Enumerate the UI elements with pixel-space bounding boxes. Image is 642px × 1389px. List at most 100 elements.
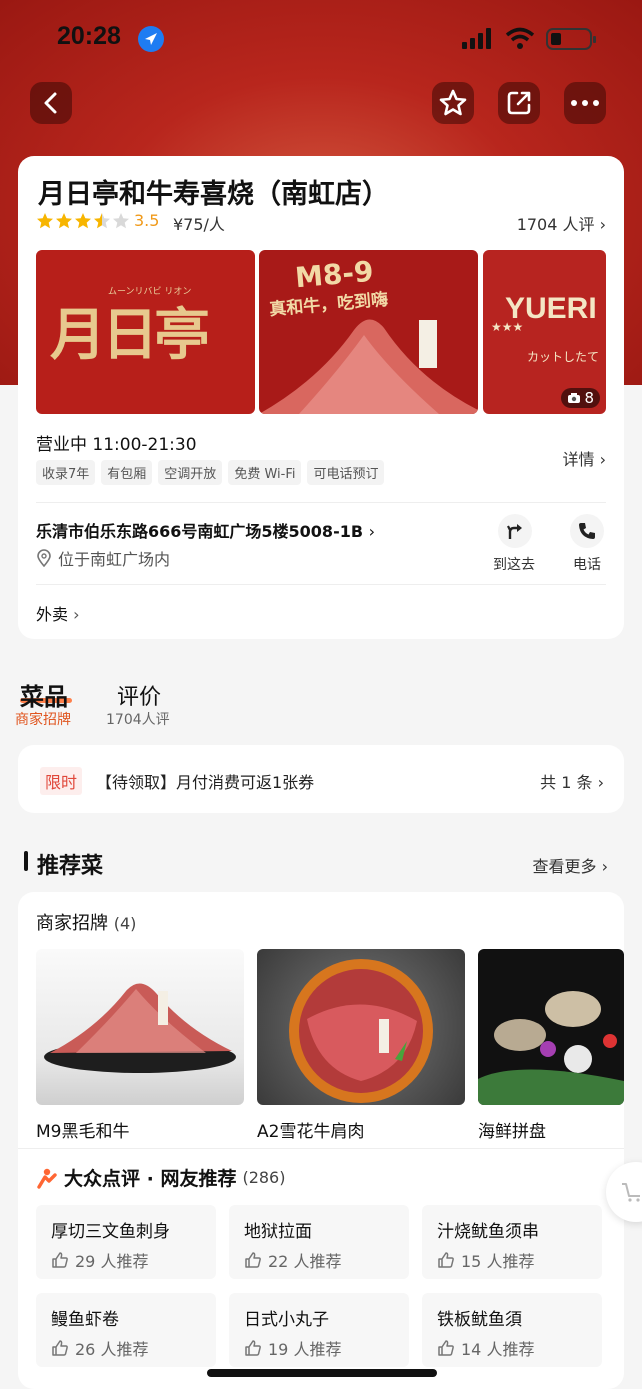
recommend-title: 推荐菜 [37, 854, 104, 879]
photo-logo-text: 月日亭 [50, 302, 210, 368]
directions-label[interactable]: 到这去 [493, 554, 535, 574]
tag: 有包厢 [101, 460, 153, 485]
recommend-count-text: 26 人推荐 [75, 1340, 149, 1359]
tag: 免费 Wi-Fi [228, 460, 302, 485]
favorite-button[interactable] [432, 82, 474, 124]
dish-image [478, 991, 624, 1105]
recommend-item-name: 日式小丸子 [244, 1310, 329, 1330]
dish-card[interactable] [36, 949, 244, 1105]
promo-text: 【待领取】月付消费可返1张券 [96, 773, 315, 792]
dish-card[interactable] [478, 949, 624, 1105]
avg-price: ¥75/人 [173, 215, 225, 234]
details-link[interactable]: 详情 › [562, 446, 606, 470]
dish-card[interactable] [257, 949, 465, 1105]
dianping-count: (286) [242, 1168, 286, 1187]
recommend-item-name: 铁板鱿鱼須 [437, 1310, 522, 1330]
dish-image [44, 983, 236, 1073]
chevron-left-icon [44, 92, 57, 114]
recommend-item-count: 26 人推荐 [51, 1336, 148, 1360]
signature-title: 商家招牌 (4) [36, 909, 136, 935]
address: 乐清市伯乐东路666号南虹广场5楼5008-1B [36, 522, 364, 541]
thumb-up-icon [245, 1340, 261, 1356]
address-sub: 位于南虹广场内 [36, 546, 170, 570]
recommend-item-count: 14 人推荐 [437, 1336, 534, 1360]
recommend-item-name: 地狱拉面 [244, 1222, 312, 1242]
recommend-item-name: 汁烧鱿鱼须串 [437, 1222, 539, 1242]
wifi-icon [505, 27, 535, 49]
tab-reviews-sub[interactable]: 1704人评 [106, 709, 170, 729]
star-rating [36, 212, 132, 230]
dish-name[interactable]: M9黑毛和牛 [36, 1117, 129, 1142]
camera-icon [568, 393, 581, 403]
directions-button[interactable] [498, 514, 532, 548]
section-marker [24, 851, 28, 871]
signal-icon [462, 28, 491, 49]
back-button[interactable] [30, 82, 72, 124]
tag: 可电话预订 [307, 460, 385, 485]
shop-photo-1[interactable]: ムーンリバビ リオン 月日亭 [36, 250, 255, 414]
recommend-item[interactable]: 汁烧鱿鱼须串 15 人推荐 [422, 1205, 602, 1279]
dianping-title: 大众点评 · 网友推荐 (286) [36, 1164, 285, 1191]
view-more-link[interactable]: 查看更多 › [532, 853, 608, 877]
recommend-item[interactable]: 厚切三文鱼刺身 29 人推荐 [36, 1205, 216, 1279]
tab-dishes-sub[interactable]: 商家招牌 [15, 709, 71, 729]
thumb-up-icon [52, 1340, 68, 1356]
battery-icon [546, 28, 596, 50]
recommend-item[interactable]: 日式小丸子 19 人推荐 [229, 1293, 409, 1367]
takeout-link[interactable]: 外卖 › [36, 601, 80, 625]
recommend-item[interactable]: 铁板鱿鱼須 14 人推荐 [422, 1293, 602, 1367]
more-dots-icon [571, 100, 599, 106]
more-button[interactable] [564, 82, 606, 124]
dianping-title-text: 大众点评 · 网友推荐 [64, 1168, 237, 1190]
thumb-up-icon [438, 1252, 454, 1268]
chevron-right-icon: › [599, 215, 606, 234]
photo-sub-text: カットしたて [527, 350, 600, 364]
signature-count: (4) [113, 914, 137, 933]
review-count: 1704 人评 [516, 215, 595, 234]
photo-stars: ★★★ [491, 320, 524, 334]
promo-tag: 限时 [40, 767, 83, 795]
photo-count-badge[interactable]: 8 [561, 388, 600, 408]
phone-icon [579, 523, 595, 539]
address-link[interactable]: 乐清市伯乐东路666号南虹广场5楼5008-1B › [36, 518, 375, 542]
chevron-right-icon: › [73, 605, 80, 624]
recommend-count-text: 14 人推荐 [461, 1340, 535, 1359]
recommend-item[interactable]: 地狱拉面 22 人推荐 [229, 1205, 409, 1279]
chevron-right-icon: › [368, 522, 376, 541]
recommend-item[interactable]: 鳗鱼虾卷 26 人推荐 [36, 1293, 216, 1367]
chevron-right-icon: › [601, 857, 608, 876]
recommend-count-text: 29 人推荐 [75, 1252, 149, 1271]
shop-photo-3[interactable]: YUERI ★★★ カットしたて 8 [483, 250, 606, 414]
share-button[interactable] [498, 82, 540, 124]
divider [18, 1148, 624, 1149]
recommend-item-count: 29 人推荐 [51, 1248, 148, 1272]
recommend-item-count: 19 人推荐 [244, 1336, 341, 1360]
shop-photo-2[interactable]: M8-9 真和牛，吃到嗨 [259, 250, 478, 414]
dish-name[interactable]: 海鲜拼盘 [478, 1117, 546, 1142]
tab-dishes[interactable]: 菜品 [20, 677, 68, 712]
takeout-label: 外卖 [36, 605, 69, 624]
status-bar: 20:28 [0, 18, 642, 58]
review-count-link[interactable]: 1704 人评 › [517, 211, 606, 235]
dish-name[interactable]: A2雪花牛肩肉 [257, 1117, 364, 1142]
phone-label[interactable]: 电话 [573, 554, 601, 574]
chevron-right-icon: › [599, 450, 606, 469]
thumb-up-icon [438, 1340, 454, 1356]
dianping-logo-icon [37, 1168, 57, 1189]
tab-reviews[interactable]: 评价 [117, 679, 161, 711]
location-pin-icon [37, 549, 51, 567]
recommend-count-text: 15 人推荐 [461, 1252, 535, 1271]
home-indicator [207, 1369, 437, 1377]
phone-button[interactable] [570, 514, 604, 548]
shop-tags: 收录7年 有包厢 空调开放 免费 Wi-Fi 可电话预订 [36, 460, 385, 485]
signature-title-text: 商家招牌 [36, 913, 108, 934]
business-hours: 营业中 11:00-21:30 [36, 435, 197, 455]
view-more-label: 查看更多 [532, 857, 597, 876]
share-icon [507, 91, 531, 115]
recommend-item-name: 鳗鱼虾卷 [51, 1310, 119, 1330]
promo-card[interactable]: 限时 【待领取】月付消费可返1张券 共 1 条 › [18, 745, 624, 813]
beef-mountain-image [259, 319, 478, 414]
shop-info-card: 月日亭和牛寿喜烧（南虹店） 3.5 ¥75/人 1704 人评 › ムーンリバビ… [18, 156, 624, 639]
recommend-item-count: 22 人推荐 [244, 1248, 341, 1272]
divider [36, 502, 606, 503]
